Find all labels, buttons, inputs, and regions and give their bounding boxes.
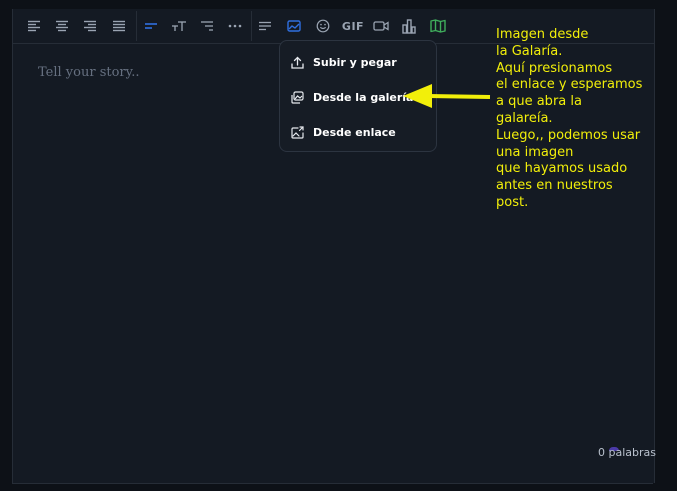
more-icon[interactable]	[225, 16, 245, 36]
menu-item-upload[interactable]: Subir y pegar	[280, 47, 436, 77]
annotation-line: a que abra la	[496, 94, 582, 110]
word-count: 0 palabras	[598, 446, 656, 459]
gif-icon[interactable]: GIF	[340, 16, 366, 36]
link-image-icon	[290, 125, 304, 139]
upload-icon	[290, 55, 304, 69]
align-left-icon[interactable]	[24, 16, 44, 36]
editor-bottom-border	[12, 483, 653, 484]
image-insert-menu: Subir y pegar Desde la galería Desde enl…	[279, 40, 437, 152]
annotation-line: Imagen desde	[496, 27, 589, 42]
story-placeholder[interactable]: Tell your story..	[38, 65, 140, 80]
annotation-line: Luego,, podemos usar	[496, 127, 641, 143]
text-size-icon[interactable]	[169, 16, 189, 36]
toolbar-divider	[136, 11, 137, 41]
image-icon[interactable]	[284, 16, 304, 36]
annotation-line: galareía.	[496, 110, 553, 126]
video-icon[interactable]	[371, 16, 391, 36]
annotation-line: el enlace y esperamos	[496, 77, 643, 93]
chart-icon[interactable]	[399, 16, 419, 36]
gif-label: GIF	[341, 19, 365, 33]
annotation-line: una imagen	[496, 144, 574, 160]
emoji-icon[interactable]	[313, 16, 333, 36]
paragraph-icon[interactable]	[255, 16, 275, 36]
annotation-line: Aquí presionamos	[496, 60, 613, 76]
align-right-icon[interactable]	[80, 16, 100, 36]
align-center-icon[interactable]	[52, 16, 72, 36]
map-icon[interactable]	[428, 16, 448, 36]
annotation-line: antes en nuestros	[496, 178, 613, 194]
annotation-line: la Galaría.	[496, 43, 563, 59]
annotation-text: Imagen desde la Galaría. Aquí presionamo…	[496, 27, 674, 212]
menu-item-label: Desde la galería	[313, 90, 414, 104]
gallery-icon	[290, 90, 304, 104]
menu-item-label: Desde enlace	[313, 125, 396, 139]
align-justify-icon[interactable]	[109, 16, 129, 36]
annotation-line: post.	[496, 194, 529, 210]
heading-icon[interactable]	[141, 16, 161, 36]
menu-item-gallery[interactable]: Desde la galería	[280, 82, 436, 112]
list-icon[interactable]	[197, 16, 217, 36]
menu-item-link[interactable]: Desde enlace	[280, 117, 436, 147]
menu-item-label: Subir y pegar	[313, 55, 397, 69]
annotation-line: que hayamos usado	[496, 161, 628, 177]
toolbar-divider	[251, 11, 252, 41]
